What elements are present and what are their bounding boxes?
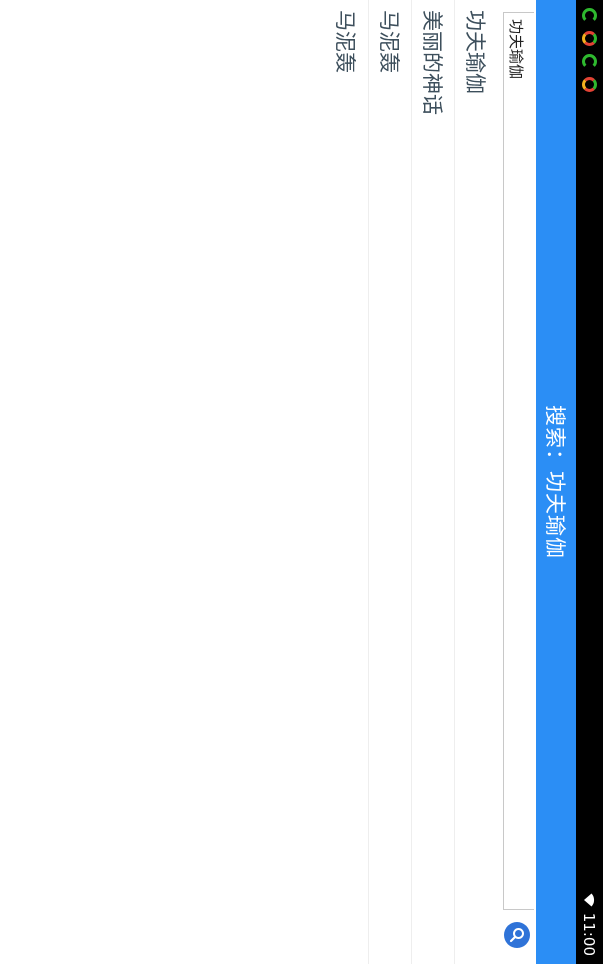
status-bar: 11:00 — [576, 0, 603, 964]
search-button[interactable] — [504, 922, 530, 948]
title-bar: 搜索：功夫瑜伽 — [536, 0, 576, 964]
screen: 11:00 搜索：功夫瑜伽 功夫瑜伽 美丽的神话 马泥轰 马泥轰 — [0, 0, 603, 964]
app-frame: 11:00 搜索：功夫瑜伽 功夫瑜伽 美丽的神话 马泥轰 马泥轰 — [0, 0, 603, 964]
search-icon — [509, 928, 524, 943]
notification-icons — [582, 8, 597, 92]
search-row — [501, 0, 536, 964]
o-app-icon — [582, 77, 597, 92]
search-input[interactable] — [503, 12, 534, 910]
list-item[interactable]: 马泥轰 — [325, 0, 368, 964]
list-item[interactable]: 美丽的神话 — [411, 0, 454, 964]
status-right: 11:00 — [581, 893, 599, 956]
list-item[interactable]: 马泥轰 — [368, 0, 411, 964]
page-title: 搜索：功夫瑜伽 — [543, 405, 567, 559]
e-browser-icon — [582, 54, 597, 69]
result-list: 功夫瑜伽 美丽的神话 马泥轰 马泥轰 — [325, 0, 497, 964]
wifi-icon — [584, 893, 595, 907]
o-app-icon — [582, 31, 597, 46]
status-time: 11:00 — [580, 912, 599, 956]
list-item[interactable]: 功夫瑜伽 — [454, 0, 497, 964]
e-browser-icon — [582, 8, 597, 23]
